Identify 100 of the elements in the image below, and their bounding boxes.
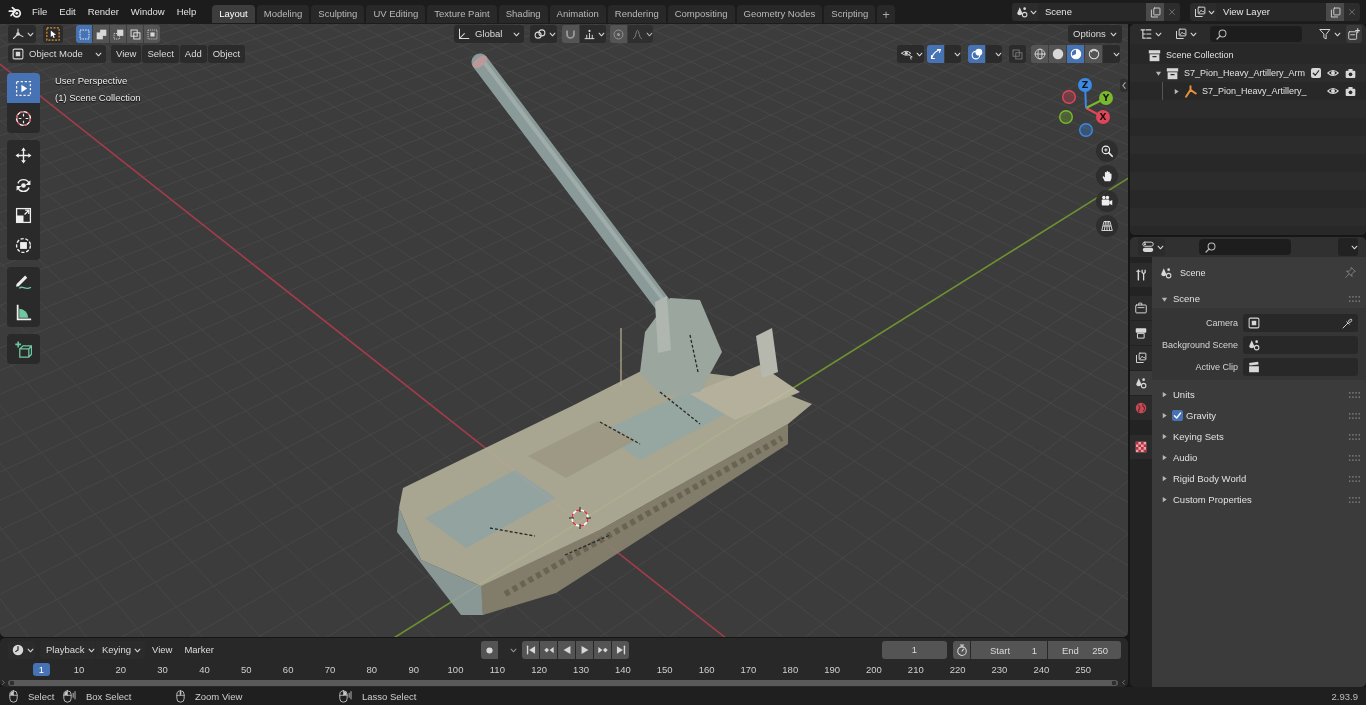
transport-button[interactable] — [558, 641, 575, 659]
menu-item[interactable]: View — [111, 45, 142, 63]
eye-icon[interactable] — [1327, 67, 1339, 79]
properties-tab[interactable] — [1130, 263, 1152, 287]
snap-toggle[interactable] — [562, 25, 579, 43]
panel-header[interactable]: Audio — [1152, 447, 1366, 468]
shading-mode-button[interactable] — [1049, 45, 1066, 63]
add-workspace-button[interactable]: + — [877, 5, 895, 23]
menu-item[interactable]: Marker — [179, 641, 219, 659]
remove-view-layer-button[interactable] — [1344, 3, 1360, 21]
end-frame-field[interactable]: End 250 — [1048, 641, 1121, 659]
view-layer-name-field[interactable]: View Layer — [1216, 3, 1326, 21]
sidebar-arrow-icon[interactable] — [1120, 79, 1128, 92]
shading-options-dropdown[interactable] — [1103, 45, 1120, 63]
x-axis-handle[interactable]: X — [1085, 107, 1110, 124]
tool-button[interactable] — [7, 267, 40, 297]
panel-header[interactable]: Scene — [1152, 290, 1366, 308]
perspective-grid-icon[interactable] — [1096, 215, 1118, 237]
view-layer-browse-dropdown[interactable] — [1190, 3, 1216, 21]
select-mode-button[interactable] — [93, 25, 109, 43]
auto-keying-toggle[interactable] — [481, 641, 498, 659]
workspace-tab[interactable]: Rendering — [607, 5, 666, 23]
properties-tab[interactable] — [1130, 435, 1152, 459]
new-view-layer-button[interactable] — [1326, 3, 1344, 21]
properties-tab[interactable] — [1130, 346, 1152, 370]
z-axis-handle[interactable]: Z — [1078, 78, 1092, 109]
menu-item[interactable]: Edit — [53, 3, 82, 21]
new-collection-button[interactable] — [1346, 25, 1362, 43]
y-axis-handle[interactable]: Y — [1085, 91, 1113, 109]
camera-icon[interactable] — [1345, 67, 1356, 79]
menu-item[interactable]: Help — [170, 3, 203, 21]
workspace-tab[interactable]: UV Editing — [366, 5, 426, 23]
search-field[interactable] — [1210, 26, 1302, 42]
gizmo-options-dropdown[interactable] — [945, 45, 961, 63]
eye-icon[interactable] — [1327, 85, 1339, 97]
snap-element-dropdown[interactable] — [580, 25, 606, 43]
workspace-tab[interactable]: Geometry Nodes — [736, 5, 823, 23]
properties-tab[interactable] — [1130, 296, 1152, 320]
scene-name-field[interactable]: Scene — [1038, 3, 1146, 21]
selectability-dropdown[interactable] — [897, 45, 924, 63]
transport-button[interactable] — [540, 641, 557, 659]
drag-grip-icon[interactable] — [1349, 412, 1360, 419]
drag-grip-icon[interactable] — [1349, 496, 1360, 503]
menu-item[interactable]: Window — [124, 3, 171, 21]
transport-button[interactable] — [522, 641, 539, 659]
negative-y-handle[interactable] — [1059, 110, 1073, 124]
transport-button[interactable] — [594, 641, 611, 659]
overlay-options-dropdown[interactable] — [986, 45, 1002, 63]
tool-button[interactable] — [7, 230, 40, 260]
xray-toggle[interactable] — [1009, 45, 1026, 63]
outliner-row[interactable]: S7_Pion_Heavy_Artillery_Arm — [1130, 64, 1366, 82]
current-frame-field[interactable]: 1 — [882, 641, 947, 659]
orientation-dropdown[interactable]: Global — [454, 25, 524, 43]
select-mode-button[interactable] — [127, 25, 143, 43]
select-mode-button[interactable] — [144, 25, 160, 43]
editor-type-dropdown[interactable] — [8, 25, 36, 43]
drag-grip-icon[interactable] — [1349, 391, 1360, 398]
tool-button[interactable] — [7, 297, 40, 327]
outliner-row[interactable]: Scene Collection — [1130, 46, 1366, 64]
app-logo-icon[interactable] — [8, 5, 22, 19]
select-mode-button[interactable] — [110, 25, 126, 43]
new-scene-button[interactable] — [1146, 3, 1164, 21]
preview-range-toggle[interactable] — [953, 641, 970, 659]
tool-button[interactable] — [7, 103, 40, 133]
negative-x-handle[interactable] — [1062, 90, 1076, 104]
gizmo-toggle[interactable] — [927, 45, 944, 63]
workspace-tab[interactable]: Shading — [498, 5, 548, 23]
drag-grip-icon[interactable] — [1349, 433, 1360, 440]
drag-grip-icon[interactable] — [1349, 296, 1360, 302]
pin-icon[interactable] — [1345, 267, 1356, 278]
camera-field[interactable] — [1243, 314, 1358, 332]
pivot-point-dropdown[interactable] — [530, 25, 557, 43]
options-dropdown[interactable]: Options — [1068, 25, 1122, 43]
overlay-toggle[interactable] — [968, 45, 985, 63]
menu-item[interactable]: Select — [142, 45, 179, 63]
shading-mode-button[interactable] — [1031, 45, 1048, 63]
falloff-dropdown[interactable] — [628, 25, 653, 43]
select-mode-button[interactable] — [76, 25, 92, 43]
negative-z-handle[interactable] — [1079, 123, 1093, 137]
transport-button[interactable] — [576, 641, 593, 659]
properties-tab[interactable] — [1130, 321, 1152, 345]
horizontal-scrollbar[interactable] — [8, 679, 1118, 686]
workspace-tab[interactable]: Scripting — [824, 5, 876, 23]
menu-item[interactable]: Object — [207, 45, 246, 63]
checkbox[interactable] — [1172, 410, 1183, 421]
current-frame-marker[interactable]: 1 — [33, 662, 50, 676]
disclosure-triangle-icon[interactable] — [1154, 69, 1162, 77]
outliner-row[interactable]: S7_Pion_Heavy_Artillery_ — [1130, 82, 1366, 100]
active-clip-field[interactable] — [1243, 358, 1358, 376]
panel-header[interactable]: Custom Properties — [1152, 489, 1366, 510]
workspace-tab[interactable]: Texture Paint — [427, 5, 497, 23]
start-frame-field[interactable]: Start 1 — [971, 641, 1047, 659]
workspace-tab[interactable]: Sculpting — [311, 5, 365, 23]
transport-button[interactable] — [612, 641, 629, 659]
panel-header[interactable]: Rigid Body World — [1152, 468, 1366, 489]
search-field[interactable] — [1199, 239, 1291, 255]
editor-type-dropdown[interactable] — [1138, 238, 1165, 256]
eyedropper-icon[interactable] — [1342, 317, 1353, 329]
workspace-tab[interactable]: Animation — [549, 5, 606, 23]
menu-item[interactable]: View — [147, 641, 178, 659]
